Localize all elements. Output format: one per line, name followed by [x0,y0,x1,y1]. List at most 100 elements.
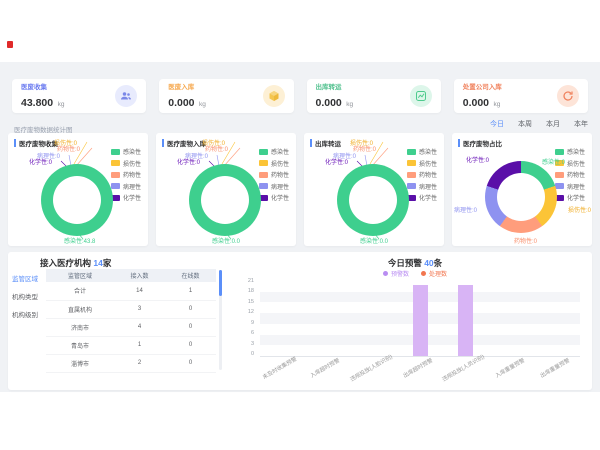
donut-panel-transfer: 出库转运 感染性 损伤性 药物性 病理性 化学性 损伤性:0 药物性 [304,133,444,246]
legend-item-pathology[interactable]: 病理性 [111,182,141,191]
waste-legend: 感染性 损伤性 药物性 病理性 化学性 [111,147,141,202]
recording-indicator-dot [7,41,13,48]
tab-region[interactable]: 监管区域 [12,273,44,283]
tab-year[interactable]: 本年 [574,119,588,129]
legend-item-injury[interactable]: 损伤性 [259,159,289,168]
callout-label: 化学性:0 [177,157,200,166]
tab-org-type[interactable]: 机构类型 [12,291,44,301]
kpi-card-transfer: 出库转运 0.000 kg [307,79,441,113]
table-row: 济南市40 [46,318,216,336]
tab-week[interactable]: 本周 [518,119,532,129]
stats-section-header: 医疗废物数据统计图 今日 本周 本月 本年 [14,119,588,131]
donut-panel-proportion: 医疗废物占比 感染性 损伤性 药物性 病理性 化学性 化学性:0 感染性:0 损… [452,133,592,246]
legend-swatch [259,183,268,189]
callout-label: 药物性:0 [205,144,228,153]
institutions-table: 监管区域 接入数 在线数 合计141 直属机构30 济南市40 [46,269,216,373]
legend-item-infectious[interactable]: 感染性 [555,147,585,156]
legend-item-chemical[interactable]: 化学性 [111,193,141,202]
kpi-value: 0.000 [316,97,342,109]
legend-swatch [407,172,416,178]
tab-org-level[interactable]: 机构级别 [12,309,44,319]
legend-item-chemical[interactable]: 化学性 [407,193,437,202]
people-icon [115,85,137,107]
time-filter-tabs: 今日 本周 本月 本年 [490,119,588,129]
legend-item-injury[interactable]: 损伤性 [407,159,437,168]
callout-label: 损伤性:0 [568,205,591,214]
donut-hole [201,176,249,224]
legend-item-pharma[interactable]: 药物性 [407,170,437,179]
legend-item-pharma[interactable]: 药物性 [111,170,141,179]
legend-item-alert-count[interactable]: 预警数 [383,269,409,278]
bottom-panel: 接入医疗机构 14家 监管区域 机构类型 机构级别 监管区域 接入数 在线数 [8,252,592,390]
kpi-label: 医废收集 [21,81,64,91]
tab-today[interactable]: 今日 [490,119,504,129]
trend-icon [410,85,432,107]
col-header-connected: 接入数 [114,269,165,282]
legend-item-chemical[interactable]: 化学性 [555,193,585,202]
institutions-tabs: 监管区域 机构类型 机构级别 [12,273,44,319]
kpi-value: 43.800 [21,97,53,109]
legend-item-infectious[interactable]: 感染性 [259,147,289,156]
legend-dot [421,271,426,276]
alerts-x-axis: 未及时收集预警 入库超时预警 违规投放(人脸识别) 出库超时预警 违规投放(人员… [260,360,580,382]
panel-title: 出库转运 [315,138,341,148]
legend-item-injury[interactable]: 损伤性 [111,159,141,168]
kpi-value: 0.000 [168,97,194,109]
table-scrollbar[interactable] [219,270,222,370]
callout-label: 病理性:0 [454,205,477,214]
kpi-unit: kg [199,101,206,108]
legend-swatch [555,149,564,155]
legend-swatch [111,160,120,166]
alerts-bar-chart [260,281,580,357]
legend-swatch [259,172,268,178]
callout-label: 化学性:0 [325,157,348,166]
bar [458,285,473,356]
legend-item-infectious[interactable]: 感染性 [407,147,437,156]
col-header-region: 监管区域 [46,269,114,282]
bar [413,285,428,356]
legend-item-pathology[interactable]: 病理性 [407,182,437,191]
legend-item-infectious[interactable]: 感染性 [111,147,141,156]
legend-swatch [555,183,564,189]
legend-swatch [111,172,120,178]
legend-swatch [555,172,564,178]
legend-swatch [111,149,120,155]
callout-label: 药物性:0 [57,144,80,153]
callout-label: 感染性:0.0 [360,236,388,245]
donut-chart [337,164,409,236]
tab-month[interactable]: 本月 [546,119,560,129]
institutions-count: 14 [93,258,102,268]
kpi-card-disposal: 处置公司入库 0.000 kg [454,79,588,113]
legend-item-pharma[interactable]: 药物性 [259,170,289,179]
legend-swatch [259,149,268,155]
legend-item-pharma[interactable]: 药物性 [555,170,585,179]
waste-legend: 感染性 损伤性 药物性 病理性 化学性 [407,147,437,202]
kpi-unit: kg [493,101,500,108]
donut-chart-row: 医疗废物收集 感染性 损伤性 药物性 病理性 化学性 损伤性:0 药 [8,133,592,246]
legend-item-pathology[interactable]: 病理性 [259,182,289,191]
panel-title: 医疗废物入库 [167,138,206,148]
donut-hole [497,173,545,221]
callout-label: 感染性:0 [542,157,565,166]
donut-panel-instore: 医疗废物入库 感染性 损伤性 药物性 病理性 化学性 损伤性:0 药 [156,133,296,246]
kpi-unit: kg [346,101,353,108]
alerts-y-axis: 21 18 15 12 9 6 3 0 [234,279,254,357]
scrollbar-thumb[interactable] [219,270,222,296]
legend-item-handled-count[interactable]: 处理数 [421,269,447,278]
kpi-value: 0.000 [463,97,489,109]
callout-label: 感染性:0.0 [212,236,240,245]
callout-label: 化学性:0 [466,155,489,164]
legend-swatch [259,160,268,166]
waste-legend: 感染性 损伤性 药物性 病理性 化学性 [555,147,585,202]
institutions-title: 接入医疗机构 14家 [40,257,111,269]
legend-item-chemical[interactable]: 化学性 [259,193,289,202]
kpi-label: 处置公司入库 [463,81,502,91]
kpi-card-collect: 医废收集 43.800 kg [12,79,146,113]
legend-item-pathology[interactable]: 病理性 [555,182,585,191]
title-accent-bar [458,139,460,147]
waste-legend: 感染性 损伤性 药物性 病理性 化学性 [259,147,289,202]
table-row: 合计141 [46,282,216,300]
table-header-row: 监管区域 接入数 在线数 [46,269,216,282]
callout-label: 化学性:0 [29,157,52,166]
donut-chart [189,164,261,236]
